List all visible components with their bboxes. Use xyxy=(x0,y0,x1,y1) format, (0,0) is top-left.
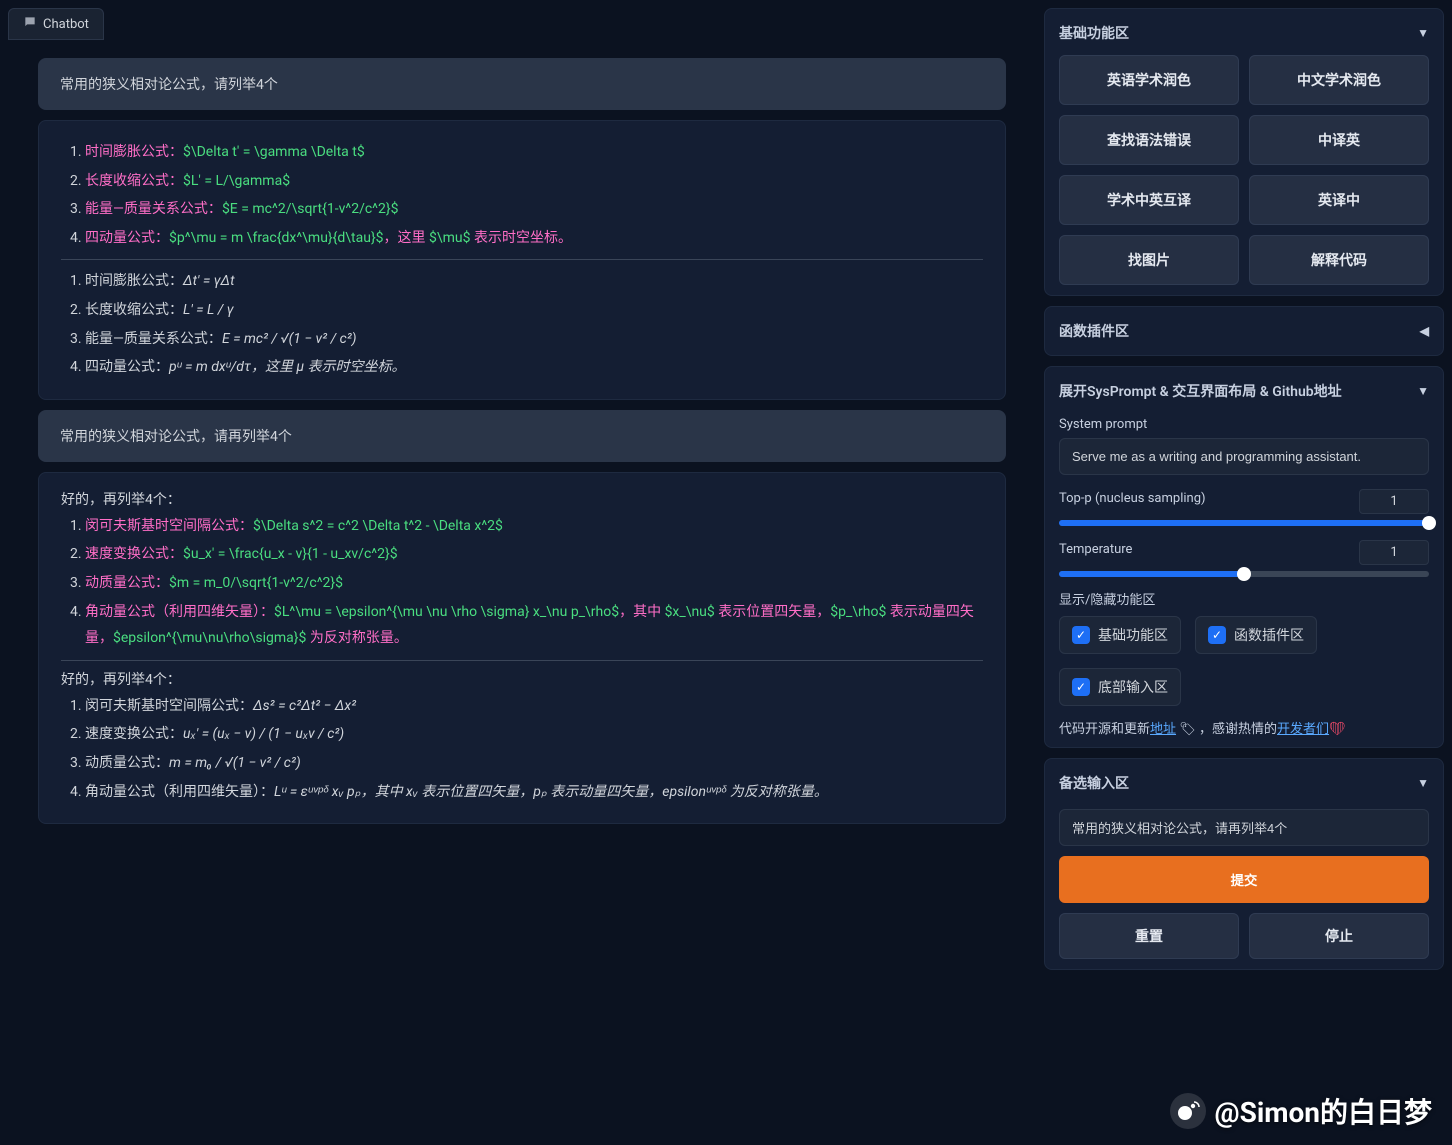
topp-label: Top-p (nucleus sampling) xyxy=(1059,491,1206,506)
temperature-value[interactable]: 1 xyxy=(1359,540,1429,565)
chat-area[interactable]: 常用的狭义相对论公式，请列举4个 时间膨胀公式：$\Delta t' = \ga… xyxy=(8,44,1036,1137)
chat-icon xyxy=(23,15,37,33)
bot-message: 时间膨胀公式：$\Delta t' = \gamma \Delta t$ 长度收… xyxy=(38,120,1006,400)
divider xyxy=(61,660,983,661)
fn-en-to-zh[interactable]: 英译中 xyxy=(1249,175,1429,225)
repo-link[interactable]: 地址 xyxy=(1150,722,1176,737)
chevron-down-icon: ▼ xyxy=(1417,776,1429,790)
bot-message: 好的，再列举4个： 闵可夫斯基时空间隔公式：$\Delta s^2 = c^2 … xyxy=(38,472,1006,824)
devs-link[interactable]: 开发者们 xyxy=(1277,722,1329,737)
stop-button[interactable]: 停止 xyxy=(1249,913,1429,959)
chevron-down-icon: ▼ xyxy=(1417,384,1429,398)
fn-chinese-polish[interactable]: 中文学术润色 xyxy=(1249,55,1429,105)
check-icon: ✓ xyxy=(1208,626,1226,644)
system-prompt-input[interactable] xyxy=(1059,438,1429,475)
toggle-bottominput[interactable]: ✓ 底部输入区 xyxy=(1059,668,1181,706)
sysprompt-panel: 展开SysPrompt & 交互界面布局 & Github地址 ▼ System… xyxy=(1044,366,1444,748)
heart-icon: ❤ xyxy=(1329,722,1346,737)
footer-credits: 代码开源和更新地址 🏷 ，感谢热情的开发者们❤ xyxy=(1059,718,1429,737)
user-message: 常用的狭义相对论公式，请列举4个 xyxy=(38,58,1006,110)
formula-list-raw: 闵可夫斯基时空间隔公式：$\Delta s^2 = c^2 \Delta t^2… xyxy=(61,513,983,652)
temperature-slider[interactable] xyxy=(1059,571,1429,577)
fn-english-polish[interactable]: 英语学术润色 xyxy=(1059,55,1239,105)
topp-slider[interactable] xyxy=(1059,520,1429,526)
alt-input-panel: 备选输入区 ▼ 提交 重置 停止 xyxy=(1044,758,1444,970)
fn-grammar-check[interactable]: 查找语法错误 xyxy=(1059,115,1239,165)
fn-find-image[interactable]: 找图片 xyxy=(1059,235,1239,285)
basic-functions-panel: 基础功能区 ▼ 英语学术润色 中文学术润色 查找语法错误 中译英 学术中英互译 … xyxy=(1044,8,1444,296)
panel-header-alt[interactable]: 备选输入区 ▼ xyxy=(1059,769,1429,797)
reset-button[interactable]: 重置 xyxy=(1059,913,1239,959)
panel-header-plugins[interactable]: 函数插件区 ◀ xyxy=(1059,317,1429,345)
tab-label: Chatbot xyxy=(43,17,89,32)
divider xyxy=(61,259,983,260)
panel-header-basic[interactable]: 基础功能区 ▼ xyxy=(1059,19,1429,47)
toggle-title: 显示/隐藏功能区 xyxy=(1059,589,1429,608)
fn-academic-translate[interactable]: 学术中英互译 xyxy=(1059,175,1239,225)
tag-icon: 🏷 xyxy=(1179,722,1196,737)
formula-list-rendered: 时间膨胀公式：Δt′ = γΔt 长度收缩公式：L′ = L / γ 能量—质量… xyxy=(61,268,983,380)
chevron-down-icon: ▼ xyxy=(1417,26,1429,40)
chevron-left-icon: ◀ xyxy=(1420,324,1429,338)
formula-list-raw: 时间膨胀公式：$\Delta t' = \gamma \Delta t$ 长度收… xyxy=(61,139,983,251)
temperature-label: Temperature xyxy=(1059,542,1132,557)
tab-bar: Chatbot xyxy=(8,8,1036,44)
topp-value[interactable]: 1 xyxy=(1359,489,1429,514)
tab-chatbot[interactable]: Chatbot xyxy=(8,8,104,40)
check-icon: ✓ xyxy=(1072,678,1090,696)
system-prompt-label: System prompt xyxy=(1059,417,1429,432)
toggle-basic[interactable]: ✓ 基础功能区 xyxy=(1059,616,1181,654)
formula-list-rendered: 闵可夫斯基时空间隔公式：Δs² = c²Δt² − Δx² 速度变换公式：uₓ′… xyxy=(61,693,983,805)
toggle-plugins[interactable]: ✓ 函数插件区 xyxy=(1195,616,1317,654)
plugin-panel: 函数插件区 ◀ xyxy=(1044,306,1444,356)
check-icon: ✓ xyxy=(1072,626,1090,644)
panel-header-sys[interactable]: 展开SysPrompt & 交互界面布局 & Github地址 ▼ xyxy=(1059,377,1429,405)
submit-button[interactable]: 提交 xyxy=(1059,856,1429,903)
fn-explain-code[interactable]: 解释代码 xyxy=(1249,235,1429,285)
user-message: 常用的狭义相对论公式，请再列举4个 xyxy=(38,410,1006,462)
fn-zh-to-en[interactable]: 中译英 xyxy=(1249,115,1429,165)
alt-input-field[interactable] xyxy=(1059,809,1429,846)
